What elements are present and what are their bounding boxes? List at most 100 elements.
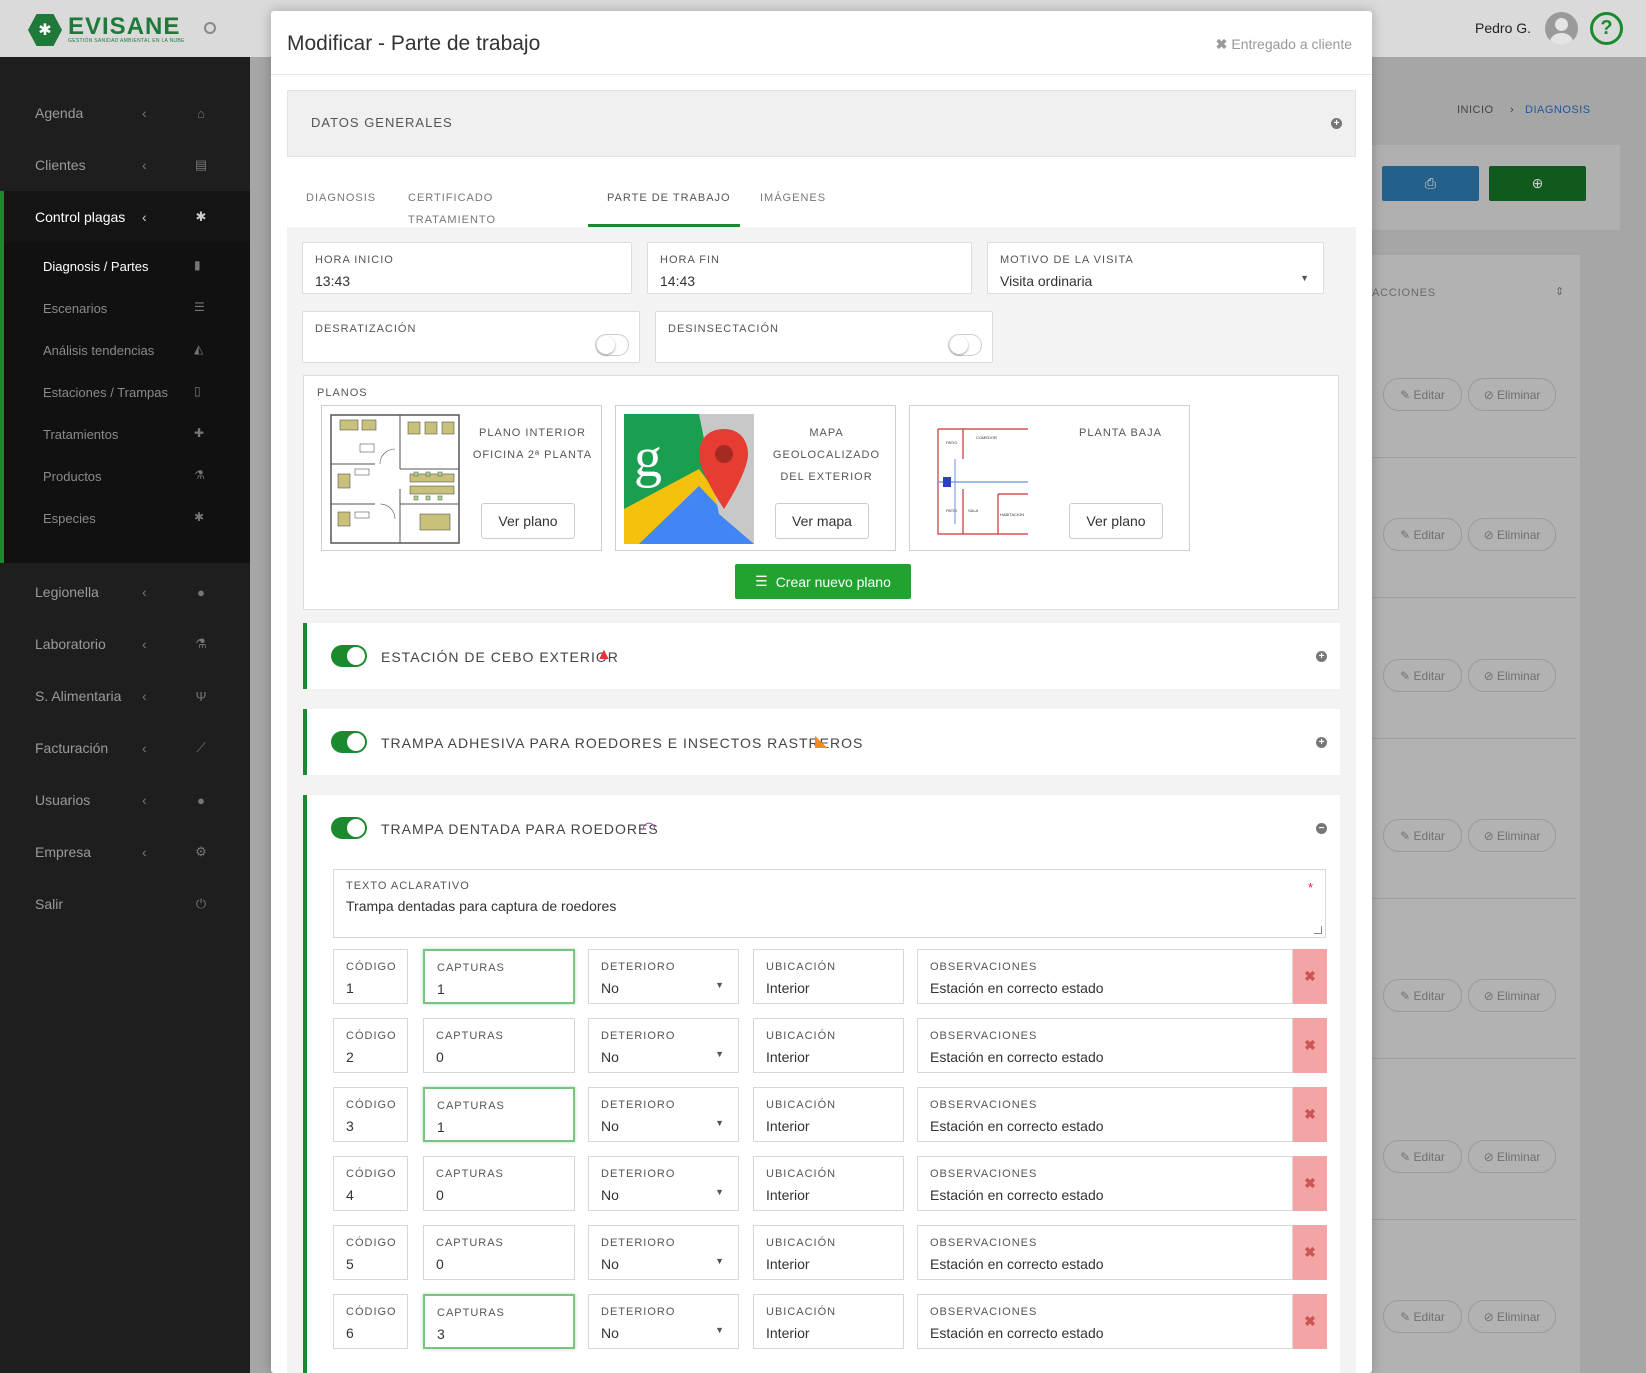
station-toggle[interactable]: [331, 645, 367, 667]
delete-button[interactable]: ⊘ Eliminar: [1468, 659, 1556, 692]
station-toggle[interactable]: [331, 731, 367, 753]
edit-button[interactable]: ✎ Editar: [1383, 518, 1462, 551]
expand-icon[interactable]: +: [1316, 737, 1327, 748]
avatar[interactable]: [1545, 12, 1578, 45]
capturas-field[interactable]: CAPTURAS 0: [423, 1018, 575, 1073]
codigo-field[interactable]: CÓDIGO 2: [333, 1018, 408, 1073]
hora-fin-field[interactable]: HORA FIN 14:43: [647, 242, 972, 294]
sidebar-item-alimentaria[interactable]: S. Alimentaria ‹ Ψ: [0, 676, 250, 716]
sidebar-item-facturacion[interactable]: Facturación ‹ ⟋: [0, 728, 250, 768]
sidebar-item-empresa[interactable]: Empresa ‹ ⚙: [0, 832, 250, 872]
ubicacion-field[interactable]: UBICACIÓN Interior: [753, 1018, 904, 1073]
capturas-field[interactable]: CAPTURAS 1: [423, 1087, 575, 1142]
observaciones-field[interactable]: OBSERVACIONES Estación en correcto estad…: [917, 1294, 1293, 1349]
delete-button[interactable]: ⊘ Eliminar: [1468, 378, 1556, 411]
tab-diagnosis[interactable]: DIAGNOSIS: [306, 187, 375, 227]
sidebar-subitem-productos[interactable]: Productos ⚗: [4, 457, 254, 497]
delete-row-button[interactable]: ✖: [1293, 1156, 1327, 1211]
deterioro-select[interactable]: DETERIORO No ▼: [588, 1087, 739, 1142]
ver-plano-button[interactable]: Ver plano: [1069, 503, 1163, 539]
edit-button[interactable]: ✎ Editar: [1383, 378, 1462, 411]
ubicacion-field[interactable]: UBICACIÓN Interior: [753, 1225, 904, 1280]
codigo-field[interactable]: CÓDIGO 6: [333, 1294, 408, 1349]
ubicacion-field[interactable]: UBICACIÓN Interior: [753, 1294, 904, 1349]
sidebar-item-salir[interactable]: Salir ⏻: [0, 884, 250, 924]
station-trampa-adhesiva[interactable]: TRAMPA ADHESIVA PARA ROEDORES E INSECTOS…: [303, 709, 1340, 775]
delete-row-button[interactable]: ✖: [1293, 1018, 1327, 1073]
delete-button[interactable]: ⊘ Eliminar: [1468, 518, 1556, 551]
delete-row-button[interactable]: ✖: [1293, 949, 1327, 1004]
codigo-field[interactable]: CÓDIGO 1: [333, 949, 408, 1004]
motivo-visita-select[interactable]: MOTIVO DE LA VISITA Visita ordinaria ▼: [987, 242, 1324, 294]
station-cebo-exterior[interactable]: ESTACIÓN DE CEBO EXTERIOR ▲ +: [303, 623, 1340, 689]
print-button[interactable]: ⎙: [1382, 166, 1479, 201]
desinsectacion-toggle[interactable]: [948, 334, 982, 356]
delete-button[interactable]: ⊘ Eliminar: [1468, 1300, 1556, 1333]
help-button[interactable]: ?: [1590, 12, 1623, 45]
ver-plano-button[interactable]: Ver plano: [481, 503, 575, 539]
section-datos-generales[interactable]: DATOS GENERALES +: [287, 90, 1356, 157]
ubicacion-field[interactable]: UBICACIÓN Interior: [753, 949, 904, 1004]
edit-button[interactable]: ✎ Editar: [1383, 819, 1462, 852]
sidebar-item-clientes[interactable]: Clientes ‹ ▤: [0, 145, 250, 185]
delete-row-button[interactable]: ✖: [1293, 1087, 1327, 1142]
edit-button[interactable]: ✎ Editar: [1383, 1140, 1462, 1173]
deterioro-select[interactable]: DETERIORO No ▼: [588, 1225, 739, 1280]
codigo-field[interactable]: CÓDIGO 3: [333, 1087, 408, 1142]
close-button[interactable]: ✖ Entregado a cliente: [1216, 36, 1356, 53]
tab-imagenes[interactable]: IMÁGENES: [760, 187, 825, 227]
capturas-field[interactable]: CAPTURAS 1: [423, 949, 575, 1004]
ubicacion-field[interactable]: UBICACIÓN Interior: [753, 1156, 904, 1211]
delete-button[interactable]: ⊘ Eliminar: [1468, 1140, 1556, 1173]
deterioro-select[interactable]: DETERIORO No ▼: [588, 949, 739, 1004]
capturas-field[interactable]: CAPTURAS 0: [423, 1156, 575, 1211]
sidebar-subitem-tratamientos[interactable]: Tratamientos ✚: [4, 415, 254, 455]
observaciones-field[interactable]: OBSERVACIONES Estación en correcto estad…: [917, 1087, 1293, 1142]
delete-row-button[interactable]: ✖: [1293, 1294, 1327, 1349]
sidebar-item-usuarios[interactable]: Usuarios ‹ ●: [0, 780, 250, 820]
sidebar-subitem-analisis[interactable]: Análisis tendencias ◭: [4, 331, 254, 371]
sidebar-subitem-diagnosis[interactable]: Diagnosis / Partes ▮: [4, 247, 254, 287]
delete-button[interactable]: ⊘ Eliminar: [1468, 819, 1556, 852]
resize-handle[interactable]: [1314, 926, 1322, 934]
collapse-icon[interactable]: −: [1316, 823, 1327, 834]
column-header-acciones[interactable]: ACCIONES: [1372, 287, 1436, 299]
hora-inicio-field[interactable]: HORA INICIO 13:43: [302, 242, 632, 294]
add-button[interactable]: ⊕: [1489, 166, 1586, 201]
sort-icon[interactable]: ⇕: [1555, 285, 1564, 298]
crear-nuevo-plano-button[interactable]: ☰ Crear nuevo plano: [735, 564, 911, 599]
edit-button[interactable]: ✎ Editar: [1383, 659, 1462, 692]
deterioro-select[interactable]: DETERIORO No ▼: [588, 1156, 739, 1211]
ubicacion-field[interactable]: UBICACIÓN Interior: [753, 1087, 904, 1142]
edit-button[interactable]: ✎ Editar: [1383, 1300, 1462, 1333]
delete-button[interactable]: ⊘ Eliminar: [1468, 979, 1556, 1012]
sidebar-item-legionella[interactable]: Legionella ‹ ●: [0, 572, 250, 612]
sidebar-subitem-escenarios[interactable]: Escenarios ☰: [4, 289, 254, 329]
delete-row-button[interactable]: ✖: [1293, 1225, 1327, 1280]
sidebar-item-agenda[interactable]: Agenda ‹ ⌂: [0, 93, 250, 133]
codigo-field[interactable]: CÓDIGO 5: [333, 1225, 408, 1280]
observaciones-field[interactable]: OBSERVACIONES Estación en correcto estad…: [917, 1225, 1293, 1280]
deterioro-select[interactable]: DETERIORO No ▼: [588, 1294, 739, 1349]
sidebar-item-laboratorio[interactable]: Laboratorio ‹ ⚗: [0, 624, 250, 664]
station-toggle[interactable]: [331, 817, 367, 839]
observaciones-field[interactable]: OBSERVACIONES Estación en correcto estad…: [917, 949, 1293, 1004]
user-name[interactable]: Pedro G.: [1475, 20, 1531, 36]
capturas-field[interactable]: CAPTURAS 0: [423, 1225, 575, 1280]
expand-icon[interactable]: +: [1316, 651, 1327, 662]
observaciones-field[interactable]: OBSERVACIONES Estación en correcto estad…: [917, 1018, 1293, 1073]
ver-mapa-button[interactable]: Ver mapa: [775, 503, 869, 539]
capturas-field[interactable]: CAPTURAS 3: [423, 1294, 575, 1349]
texto-aclarativo-textarea[interactable]: TEXTO ACLARATIVO Trampa dentadas para ca…: [333, 869, 1326, 938]
edit-button[interactable]: ✎ Editar: [1383, 979, 1462, 1012]
sidebar-subitem-especies[interactable]: Especies ✱: [4, 499, 254, 539]
desratizacion-toggle[interactable]: [595, 334, 629, 356]
tab-parte-trabajo[interactable]: PARTE DE TRABAJO: [588, 187, 740, 227]
sidebar-subitem-estaciones[interactable]: Estaciones / Trampas ▯: [4, 373, 254, 413]
breadcrumb-home[interactable]: INICIO: [1457, 104, 1494, 116]
sidebar-item-control-plagas[interactable]: Control plagas ‹ ✱: [0, 197, 250, 237]
tab-certificado[interactable]: CERTIFICADO TRATAMIENTO: [408, 187, 572, 227]
expand-icon[interactable]: +: [1331, 118, 1342, 129]
menu-toggle-icon[interactable]: [204, 22, 216, 34]
logo[interactable]: ✱ EVISANE GESTIÓN SANIDAD AMBIENTAL EN L…: [28, 13, 185, 47]
